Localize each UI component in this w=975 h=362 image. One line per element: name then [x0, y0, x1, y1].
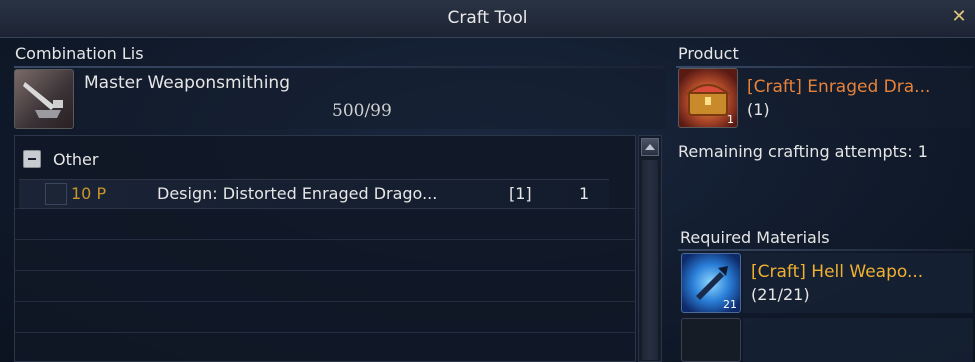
- materials-divider: [678, 249, 973, 251]
- blue-weapon-orb-icon[interactable]: 21: [681, 253, 741, 313]
- recipe-qty: [1]: [509, 184, 532, 203]
- scroll-thumb[interactable]: [642, 160, 658, 360]
- scroll-up-icon[interactable]: [641, 138, 659, 156]
- recipe-name: Design: Distorted Enraged Drago...: [157, 184, 438, 203]
- material-qty: (21/21): [751, 285, 810, 304]
- weaponsmith-anvil-icon: [14, 69, 74, 129]
- close-icon[interactable]: ✕: [949, 7, 969, 27]
- row-divider: [15, 270, 635, 271]
- row-divider: [15, 332, 635, 333]
- material-badge: 21: [723, 298, 737, 311]
- material-name: [Craft] Hell Weapo...: [751, 262, 924, 282]
- recipe-cost: 10 P: [71, 184, 107, 203]
- recipe-list: Other 10 P Design: Distorted Enraged Dra…: [14, 135, 636, 362]
- combination-divider: [14, 66, 664, 68]
- recipe-checkbox[interactable]: [45, 183, 67, 205]
- material-bar-empty: [743, 318, 973, 362]
- empty-material-slot[interactable]: [681, 318, 741, 362]
- category-label: Other: [53, 150, 99, 169]
- title-bar[interactable]: Craft Tool ✕: [0, 0, 975, 38]
- collapse-minus-icon[interactable]: [23, 150, 41, 168]
- required-materials-label: Required Materials: [680, 228, 830, 247]
- remaining-attempts: Remaining crafting attempts: 1: [678, 142, 928, 161]
- product-name: [Craft] Enraged Dra...: [747, 77, 931, 97]
- row-divider: [15, 239, 635, 240]
- skill-progress: 500/99: [332, 101, 392, 121]
- product-label: Product: [678, 44, 739, 63]
- product-qty: (1): [747, 100, 770, 119]
- recipe-row[interactable]: 10 P Design: Distorted Enraged Drago... …: [19, 179, 609, 209]
- list-scrollbar[interactable]: [638, 135, 662, 362]
- recipe-count: 1: [579, 184, 590, 203]
- combination-list-label: Combination Lis: [15, 44, 144, 63]
- skill-name: Master Weaponsmithing: [84, 73, 290, 93]
- window-title: Craft Tool: [447, 8, 528, 28]
- craft-tool-window: Craft Tool ✕ Combination Lis Master Weap…: [0, 0, 975, 362]
- treasure-chest-icon[interactable]: 1: [678, 68, 738, 128]
- product-badge: 1: [727, 113, 734, 126]
- row-divider: [15, 301, 635, 302]
